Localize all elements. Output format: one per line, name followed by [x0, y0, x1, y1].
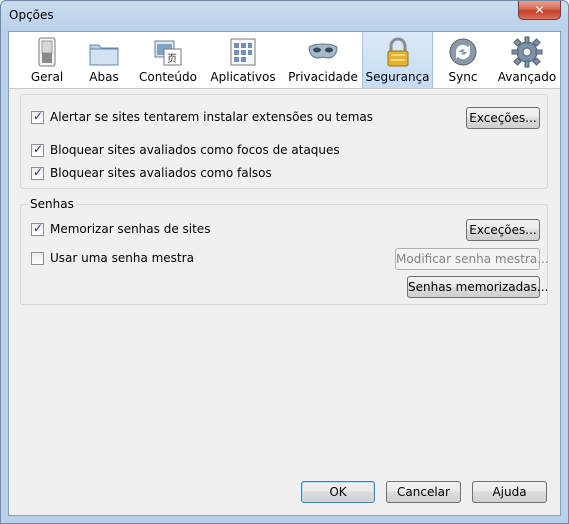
sync-icon: [447, 36, 479, 68]
svg-text:页: 页: [167, 53, 177, 65]
security-group: ✓ Alertar se sites tentarem instalar ext…: [20, 94, 548, 189]
tab-aplicativos[interactable]: Aplicativos: [208, 32, 278, 88]
close-icon: ✕: [534, 3, 545, 17]
preferences-toolbar: Geral Abas 页 Conteúdo Aplicativos Privac…: [9, 32, 560, 89]
tab-label: Geral: [30, 70, 64, 84]
content-icon: 页: [152, 36, 184, 68]
tab-abas[interactable]: Abas: [81, 32, 127, 88]
switch-icon: [31, 36, 63, 68]
block-attack-sites-label: Bloquear sites avaliados como focos de a…: [50, 143, 340, 157]
checkbox-box[interactable]: ✓: [31, 221, 44, 236]
remember-passwords-label: Memorizar senhas de sites: [50, 222, 211, 236]
tab-label: Privacidade: [288, 70, 358, 84]
tab-geral[interactable]: Geral: [23, 32, 71, 88]
checkbox-box[interactable]: ✓: [31, 165, 44, 180]
saved-passwords-button[interactable]: Senhas memorizadas...: [407, 276, 548, 298]
help-button[interactable]: Ajuda: [472, 481, 547, 503]
close-button[interactable]: ✕: [518, 1, 561, 20]
block-forgery-sites-label: Bloquear sites avaliados como falsos: [50, 166, 272, 180]
checkbox-box[interactable]: ✓: [31, 142, 44, 157]
tab-label: Aplicativos: [210, 70, 276, 84]
applications-icon: [227, 36, 259, 68]
passwords-exceptions-button[interactable]: Exceções...: [466, 219, 540, 241]
check-icon: ✓: [33, 221, 44, 235]
folder-tabs-icon: [88, 36, 120, 68]
master-password-checkbox[interactable]: Usar uma senha mestra: [31, 251, 331, 267]
check-icon: ✓: [33, 165, 44, 179]
dialog-body: Geral Abas 页 Conteúdo Aplicativos Privac…: [8, 31, 561, 516]
checkbox-box[interactable]: [31, 252, 44, 265]
tab-sync[interactable]: Sync: [441, 32, 485, 88]
tab-seguranca[interactable]: Segurança: [362, 32, 433, 88]
mask-icon: [307, 36, 339, 68]
tab-avancado[interactable]: Avançado: [495, 32, 559, 88]
ok-button[interactable]: OK: [301, 481, 375, 503]
tab-privacidade[interactable]: Privacidade: [287, 32, 359, 88]
gear-icon: [511, 36, 543, 68]
tab-conteudo[interactable]: 页 Conteúdo: [137, 32, 199, 88]
options-window: Opções ✕ Geral Abas 页 Conteúdo Aplicativ…: [0, 0, 569, 524]
cancel-button[interactable]: Cancelar: [386, 481, 461, 503]
block-forgery-sites-checkbox[interactable]: ✓ Bloquear sites avaliados como falsos: [31, 165, 431, 182]
alert-addons-label: Alertar se sites tentarem instalar exten…: [50, 110, 374, 124]
passwords-group-title: Senhas: [28, 197, 76, 211]
check-icon: ✓: [33, 142, 44, 156]
tab-label: Sync: [448, 70, 478, 84]
passwords-group: Senhas ✓ Memorizar senhas de sites Exceç…: [20, 197, 549, 305]
tab-label: Segurança: [365, 70, 430, 84]
checkbox-box[interactable]: ✓: [31, 109, 44, 124]
remember-passwords-checkbox[interactable]: ✓ Memorizar senhas de sites: [31, 221, 331, 238]
window-title: Opções: [9, 8, 54, 22]
change-master-password-button[interactable]: Modificar senha mestra...: [395, 248, 549, 270]
tab-label: Abas: [89, 70, 119, 84]
tab-label: Conteúdo: [139, 70, 197, 84]
check-icon: ✓: [33, 109, 44, 123]
master-password-label: Usar uma senha mestra: [50, 251, 194, 265]
lock-icon: [382, 36, 414, 68]
tab-label: Avançado: [497, 70, 557, 84]
block-attack-sites-checkbox[interactable]: ✓ Bloquear sites avaliados como focos de…: [31, 142, 431, 159]
title-bar: Opções ✕: [1, 1, 568, 31]
security-exceptions-button[interactable]: Exceções...: [466, 107, 540, 129]
alert-addons-checkbox[interactable]: ✓ Alertar se sites tentarem instalar ext…: [31, 109, 431, 126]
